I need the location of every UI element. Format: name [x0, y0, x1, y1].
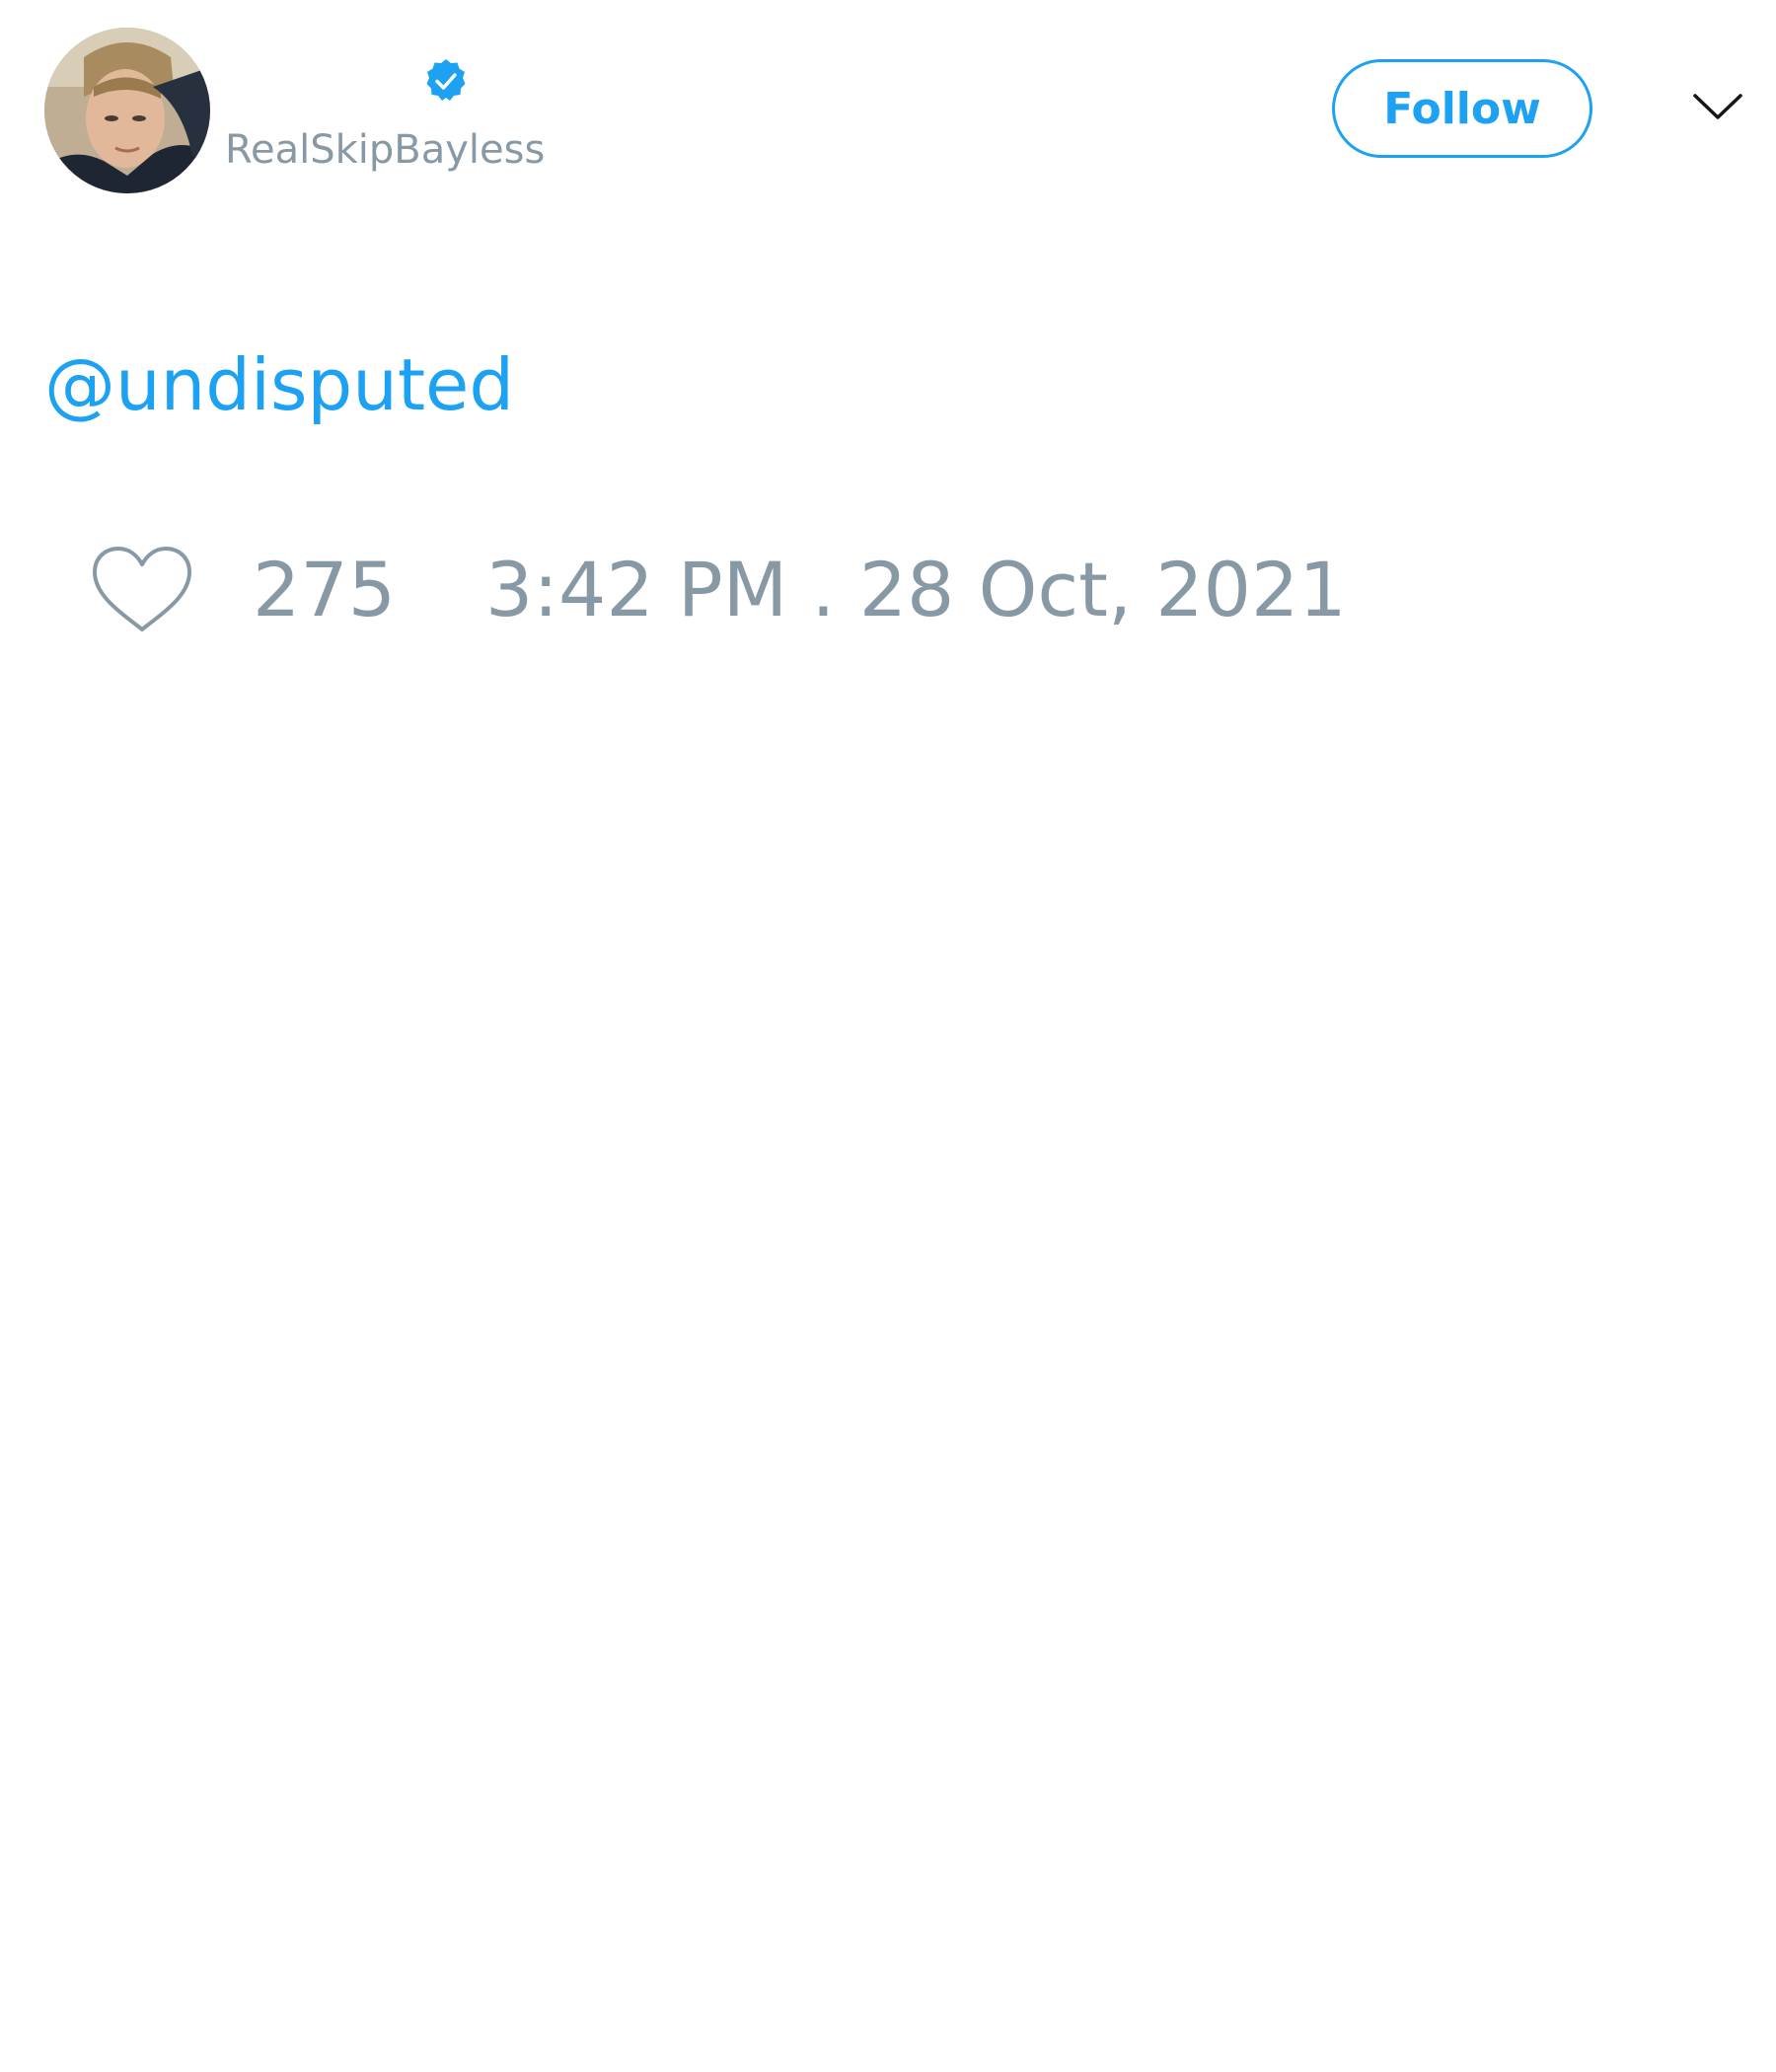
avatar-photo	[44, 28, 210, 193]
tweet-timestamp[interactable]: 3:42 PM . 28 Oct, 2021	[485, 541, 1347, 639]
heart-icon[interactable]	[89, 543, 195, 637]
author-handle[interactable]: RealSkipBayless	[225, 126, 545, 174]
chevron-down-icon[interactable]	[1691, 91, 1744, 122]
tweet-text[interactable]: @undisputed	[44, 340, 514, 429]
verified-badge-icon	[422, 57, 470, 105]
follow-button[interactable]: Follow	[1332, 59, 1592, 158]
avatar[interactable]	[44, 28, 210, 193]
tweet-header: RealSkipBayless Follow	[0, 0, 1776, 217]
like-count: 275	[253, 546, 397, 633]
tweet-footer: 275 3:42 PM . 28 Oct, 2021	[0, 533, 1776, 651]
